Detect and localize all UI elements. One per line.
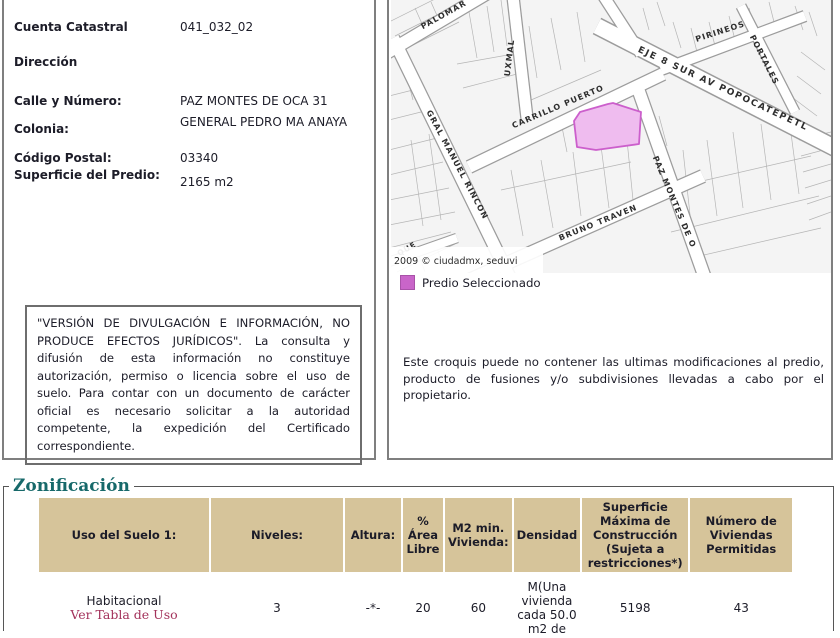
calle-label: Calle y Número:	[14, 94, 122, 108]
header-superficie-maxima: Superficie Máxima de Construcción (Sujet…	[582, 498, 689, 572]
superficie-label: Superficie del Predio:	[14, 168, 160, 182]
legend-label: Predio Seleccionado	[422, 275, 541, 290]
property-info-panel: Cuenta Catastral 041_032_02 Dirección Ca…	[2, 0, 376, 465]
map-attribution: 2009 © ciudadmx, seduvi	[394, 256, 518, 267]
codigo-postal-label: Código Postal:	[14, 151, 112, 165]
cell-altura: -*-	[365, 601, 381, 615]
map-note: Este croquis puede no contener las ultim…	[403, 355, 824, 402]
map-panel: PALOMAR UXMAL PIRINEOS PORTALES EJE 8 SU…	[387, 0, 833, 460]
cuenta-catastral-label: Cuenta Catastral	[14, 20, 128, 34]
cell-m2-min: 60	[470, 601, 486, 615]
superficie-value: 2165 m2	[180, 175, 234, 189]
selected-parcel[interactable]	[573, 102, 642, 151]
header-densidad: Densidad	[513, 498, 581, 572]
uso-value: Habitacional	[86, 594, 162, 608]
table-header-row: Uso del Suelo 1: Niveles: Altura: % Área…	[39, 498, 793, 572]
cell-area-libre: 20	[415, 601, 431, 615]
cell-densidad: M(Una vivienda cada 50.0 m2 de	[517, 580, 577, 636]
header-niveles: Niveles:	[211, 498, 343, 572]
table-row: Habitacional Ver Tabla de Uso 3 -*- 20 6…	[39, 574, 792, 636]
cell-viviendas-permitidas: 43	[733, 601, 749, 615]
ver-tabla-de-uso-link[interactable]: Ver Tabla de Uso	[39, 608, 209, 622]
header-altura: Altura:	[345, 498, 401, 572]
direccion-heading: Dirección	[14, 55, 78, 69]
zonificacion-table: Uso del Suelo 1: Niveles: Altura: % Área…	[37, 496, 794, 638]
zonificacion-legend: Zonificación	[9, 476, 134, 496]
cell-uso: Habitacional Ver Tabla de Uso	[39, 574, 209, 636]
header-m2-min-vivienda: M2 min. Vivienda:	[445, 498, 512, 572]
cell-superficie-maxima: 5198	[619, 601, 651, 615]
header-uso-del-suelo: Uso del Suelo 1:	[39, 498, 209, 572]
calle-value: PAZ MONTES DE OCA 31	[180, 94, 328, 108]
cell-niveles: 3	[273, 601, 281, 615]
colonia-value: GENERAL PEDRO MA ANAYA	[180, 115, 348, 129]
legal-disclaimer: "VERSIÓN DE DIVULGACIÓN E INFORMACIÓN, N…	[25, 305, 362, 465]
map[interactable]: PALOMAR UXMAL PIRINEOS PORTALES EJE 8 SU…	[391, 0, 831, 273]
header-viviendas-permitidas: Número de Viviendas Permitidas	[690, 498, 793, 572]
zonificacion-section: Zonificación Uso del Suelo 1: Niveles: A…	[3, 476, 834, 636]
header-area-libre: % Área Libre	[403, 498, 443, 572]
cuenta-catastral-value: 041_032_02	[180, 20, 254, 34]
codigo-postal-value: 03340	[180, 151, 219, 165]
colonia-label: Colonia:	[14, 122, 69, 136]
map-legend: Predio Seleccionado	[400, 275, 541, 290]
selected-parcel-swatch	[400, 275, 415, 290]
